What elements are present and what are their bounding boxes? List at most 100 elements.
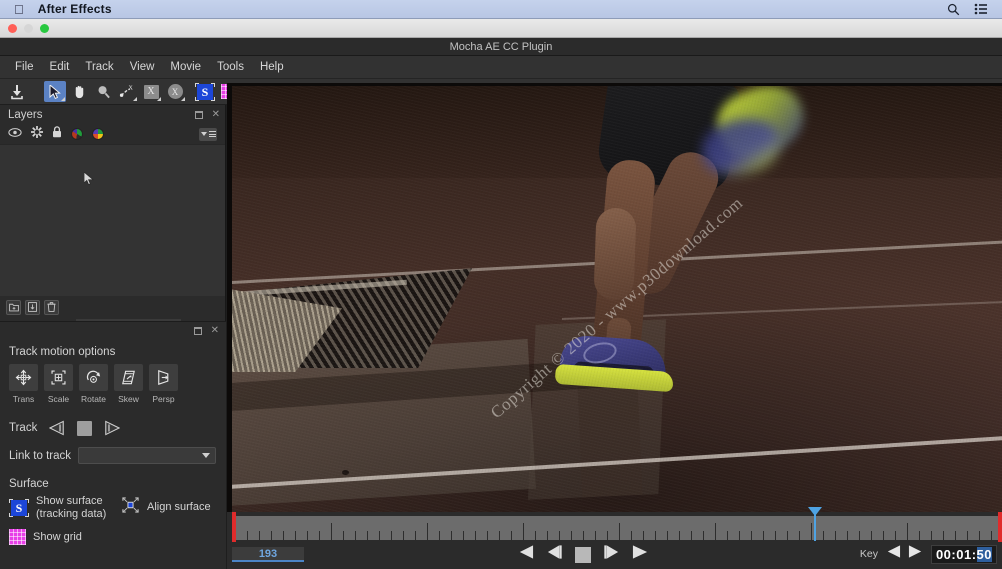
pan-hand-tool-icon[interactable] <box>68 81 90 102</box>
menu-help[interactable]: Help <box>252 59 292 75</box>
layers-footer-buttons <box>0 296 225 318</box>
search-icon[interactable] <box>947 3 960 16</box>
macos-active-app-name: After Effects <box>28 2 112 16</box>
translate-icon <box>9 364 38 391</box>
video-viewer[interactable]: Copyright © 2020 - www.p30download.com <box>227 83 1002 512</box>
stop-button[interactable] <box>575 546 591 563</box>
duplicate-layer-button[interactable] <box>25 299 40 315</box>
playhead[interactable] <box>808 507 822 541</box>
track-motion-scale[interactable]: Scale <box>44 364 73 404</box>
surface-row-1: S Show surface (tracking data) Align sur… <box>0 495 226 520</box>
apple-logo-icon[interactable]:  <box>14 3 24 16</box>
close-window-button[interactable] <box>8 24 17 33</box>
go-to-start-button[interactable] <box>517 544 534 565</box>
step-back-button[interactable] <box>546 544 563 565</box>
timecode-main: 00:01: <box>935 546 977 562</box>
track-controls-row: Track <box>0 404 226 436</box>
select-tool-icon[interactable] <box>44 81 66 102</box>
track-motion-persp-label: Persp <box>152 394 175 404</box>
next-keyframe-icon[interactable] <box>908 544 924 564</box>
track-motion-trans[interactable]: Trans <box>9 364 38 404</box>
track-motion-trans-label: Trans <box>12 394 35 404</box>
current-frame-field[interactable]: 193 <box>232 547 304 562</box>
track-backwards-icon[interactable] <box>49 420 65 436</box>
link-to-track-label: Link to track <box>9 449 71 462</box>
track-motion-scale-label: Scale <box>47 394 70 404</box>
track-motion-rotate-label: Rotate <box>80 394 107 404</box>
track-stop-icon[interactable] <box>77 420 93 436</box>
surface-row-2[interactable]: Show grid <box>0 520 226 546</box>
delete-layer-button[interactable] <box>44 299 59 315</box>
keyframe-controls: Key 00:01:50 <box>860 544 997 564</box>
minimize-window-button[interactable] <box>24 24 33 33</box>
menu-tools[interactable]: Tools <box>209 59 252 75</box>
timecode-display[interactable]: 00:01:50 <box>930 544 997 564</box>
menu-file[interactable]: File <box>7 59 42 75</box>
menu-movie[interactable]: Movie <box>162 59 209 75</box>
tool-flyout-corner-icon <box>157 97 161 101</box>
control-center-icon[interactable] <box>974 3 988 15</box>
unlink-layer-icon[interactable]: X <box>164 81 186 102</box>
zoom-window-button[interactable] <box>40 24 49 33</box>
track-forwards-icon[interactable] <box>104 420 121 436</box>
gear-settings-icon[interactable] <box>31 125 43 143</box>
skew-icon <box>114 364 143 391</box>
tool-flyout-corner-icon <box>61 97 65 101</box>
left-panel-column: Layers ✕ ✕ Track motion options Trans Sc… <box>0 105 226 569</box>
timecode-frames: 50 <box>976 546 992 562</box>
transport-controls: 193 Key 00:01:50 <box>227 542 1002 569</box>
show-surface-icon: S <box>9 498 29 518</box>
fill-color-swatch-icon[interactable] <box>92 128 104 140</box>
in-point-marker[interactable] <box>232 512 236 542</box>
step-forward-button[interactable] <box>603 544 620 565</box>
float-panel-icon[interactable] <box>193 327 202 335</box>
track-motion-options-row: Trans Scale Rotate Skew Persp <box>0 364 226 404</box>
show-surface-toggle[interactable]: S Show surface (tracking data) <box>9 495 121 520</box>
timeline-ticks <box>235 516 1000 540</box>
export-shape-data-icon[interactable] <box>6 81 28 102</box>
video-frame: Copyright © 2020 - www.p30download.com <box>232 86 1002 512</box>
out-point-marker[interactable] <box>998 512 1002 542</box>
drain-hole <box>342 470 349 475</box>
close-panel-icon[interactable]: ✕ <box>212 109 220 120</box>
timeline-panel: 193 Key 00:01:50 <box>227 507 1002 569</box>
perspective-icon <box>149 364 178 391</box>
play-button[interactable] <box>632 544 649 565</box>
link-to-track-dropdown[interactable] <box>78 447 216 464</box>
tool-flyout-corner-icon <box>181 97 185 101</box>
close-panel-icon[interactable]: ✕ <box>211 326 219 336</box>
menu-edit[interactable]: Edit <box>42 59 78 75</box>
align-surface-toggle[interactable]: Align surface <box>121 496 211 519</box>
zoom-tool-icon[interactable] <box>92 81 114 102</box>
runner-calf <box>593 207 637 301</box>
properties-panel-controls: ✕ <box>0 322 226 336</box>
runner-front-shoe <box>554 334 676 400</box>
current-frame-value: 193 <box>258 547 278 560</box>
add-xspline-layer-tool-icon[interactable]: X <box>116 81 138 102</box>
window-traffic-lights <box>8 24 49 33</box>
menu-track[interactable]: Track <box>77 59 121 75</box>
panel-menu-icon[interactable] <box>199 127 217 141</box>
align-surface-label: Align surface <box>147 501 211 514</box>
show-grid-label: Show grid <box>33 530 82 543</box>
scale-icon <box>44 364 73 391</box>
timeline-ruler[interactable] <box>235 516 1000 540</box>
menu-view[interactable]: View <box>122 59 163 75</box>
mocha-ae-window:  After Effects Mocha AE CC Plugin File <box>0 0 1002 569</box>
eye-visibility-icon[interactable] <box>8 125 22 143</box>
track-motion-skew[interactable]: Skew <box>114 364 143 404</box>
lock-icon[interactable] <box>52 125 62 143</box>
layers-column-toggles <box>0 124 225 144</box>
layers-list[interactable] <box>0 144 225 296</box>
new-group-button[interactable] <box>6 299 21 315</box>
link-layer-to-track-icon[interactable]: X <box>140 81 162 102</box>
prev-keyframe-icon[interactable] <box>885 544 901 564</box>
track-motion-skew-label: Skew <box>118 394 139 404</box>
track-motion-persp[interactable]: Persp <box>149 364 178 404</box>
concrete-slab-dark <box>577 384 643 498</box>
outline-color-swatch-icon[interactable] <box>71 128 83 140</box>
layers-panel-header: Layers ✕ <box>0 105 225 124</box>
track-motion-rotate[interactable]: Rotate <box>79 364 108 404</box>
show-surface-icon[interactable]: S <box>194 81 216 102</box>
float-panel-icon[interactable] <box>194 110 203 119</box>
